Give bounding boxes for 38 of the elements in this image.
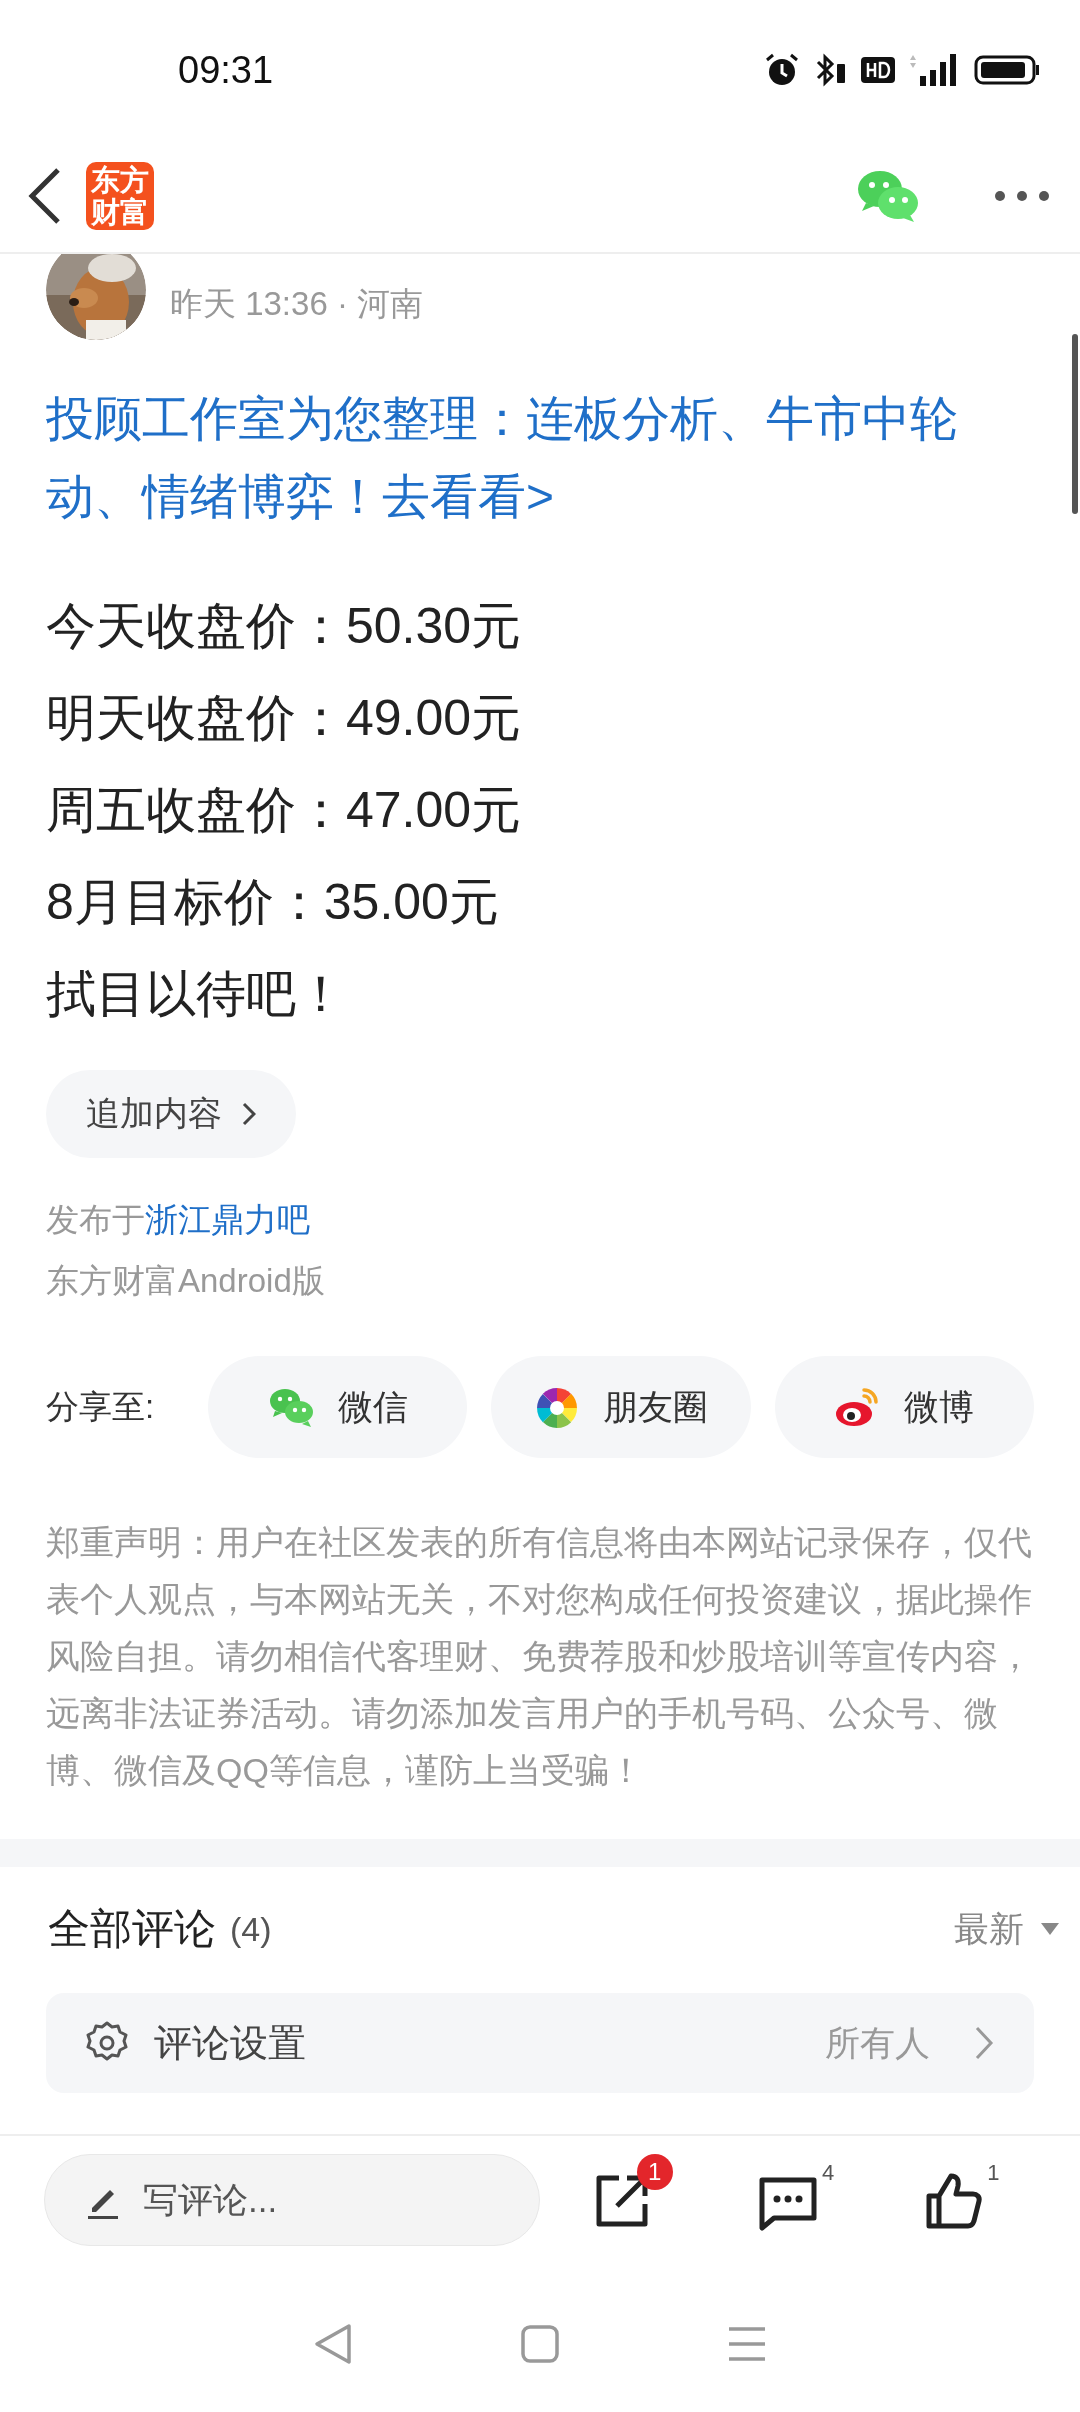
settings-value: 所有人: [825, 2021, 930, 2064]
headline-link[interactable]: 投顾工作室为您整理：连板分析、牛市中轮动、情绪博弈！去看看>: [0, 380, 1080, 536]
forum-link[interactable]: 浙江鼎力吧: [145, 1201, 310, 1238]
post-text: 拭目以待吧！: [46, 965, 347, 1024]
battery-icon: [974, 54, 1040, 86]
clock-time: 09:31: [178, 48, 275, 92]
comment-field[interactable]: 写评论...: [44, 2154, 540, 2246]
more-icon[interactable]: [994, 188, 1050, 204]
disclaimer-text: 郑重声明：用户在社区发表的所有信息将由本网站记录保存，仅代表个人观点，与本网站无关，不对您构成任何投资建议，据此操作风险自担。请勿相信代客理财、免费荐股和炒股培训等宣传内容，远离非法证券活动。请勿添加发言用户的手机号码、公众号、微博、微信及QQ等信息，谨防上当受骗！: [45, 1522, 1033, 1791]
share-moments-button[interactable]: 朋友圈: [491, 1356, 751, 1458]
comment-settings-row[interactable]: 评论设置 所有人: [46, 1993, 1034, 2093]
notification-badge: 1: [636, 2154, 673, 2190]
comments-title: 全部评论: [48, 1904, 216, 1954]
post-meta: 昨天 13:36 · 河南: [170, 284, 424, 324]
hd-icon: [860, 54, 896, 86]
back-nav-icon[interactable]: [313, 2322, 354, 2366]
share-weibo-button[interactable]: 微博: [774, 1356, 1034, 1458]
alarm-icon: [764, 52, 800, 88]
post-text: 今天收盘价：50.30元: [46, 597, 523, 656]
post-text: 明天收盘价：49.00元: [46, 689, 523, 748]
menu-nav-icon[interactable]: [726, 2324, 767, 2364]
dropdown-icon: [1040, 1922, 1060, 1936]
published-label: 发布于: [46, 1201, 145, 1238]
post-text: 8月目标价：35.00元: [46, 873, 500, 932]
app-logo: 东方财富: [86, 162, 154, 230]
chevron-icon: [242, 1102, 256, 1126]
home-nav-icon[interactable]: [520, 2324, 560, 2364]
count-label: 4: [822, 2160, 835, 2186]
client-label: 东方财富Android版: [45, 1261, 326, 1301]
chevron-icon: [974, 2025, 994, 2061]
comments-count: (4): [230, 1909, 272, 1949]
post-text: 周五收盘价：47.00元: [46, 781, 523, 840]
append-content-button[interactable]: 追加内容: [46, 1070, 296, 1158]
share-label: 分享至:: [46, 1386, 156, 1427]
sort-dropdown[interactable]: 最新: [948, 1904, 1066, 1954]
count-label: 1: [987, 2160, 1000, 2186]
share-wechat-button[interactable]: 微信: [208, 1356, 468, 1458]
settings-label: 评论设置: [154, 2020, 306, 2066]
